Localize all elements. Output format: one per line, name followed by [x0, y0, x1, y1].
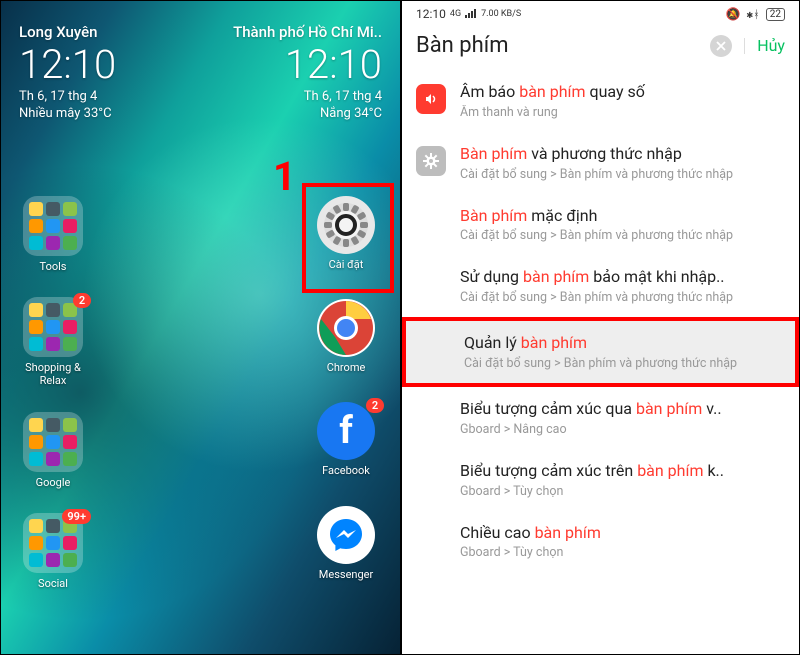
- result-title: Biểu tượng cảm xúc trên bàn phím k..: [460, 461, 785, 482]
- result-title: Bàn phím và phương thức nhập: [460, 144, 785, 165]
- weather-condition: Nắng 34°C: [233, 106, 382, 121]
- cancel-button[interactable]: Hủy: [757, 36, 785, 55]
- result-title: Âm báo bàn phím quay số: [460, 82, 785, 103]
- folder-social[interactable]: 99+Social: [17, 513, 89, 590]
- folder-icon: [23, 412, 83, 472]
- folder-icon: [23, 196, 83, 256]
- close-icon: [716, 41, 726, 51]
- annotation-1: 1: [273, 153, 296, 200]
- badge: 2: [366, 398, 384, 413]
- weather-city: Long Xuyên: [19, 23, 116, 41]
- clear-search-button[interactable]: [710, 35, 732, 57]
- folder-tools[interactable]: Tools: [17, 196, 89, 273]
- folder-shopping-relax[interactable]: 2Shopping & Relax: [17, 297, 89, 387]
- messenger-icon: [317, 506, 375, 564]
- app-label: Facebook: [322, 464, 370, 477]
- search-result-item[interactable]: Âm báo bàn phím quay số Âm thanh và rung: [402, 70, 799, 132]
- icon-spacer: [416, 399, 446, 437]
- result-path: Cài đặt bổ sung > Bàn phím và phương thứ…: [460, 228, 785, 243]
- weather-widget-right[interactable]: Thành phố Hồ Chí Mi.. 12:10 Th 6, 17 thg…: [233, 23, 382, 121]
- result-title: Sử dụng bàn phím bảo mật khi nhập..: [460, 267, 785, 288]
- search-result-item[interactable]: Bàn phím mặc địnhCài đặt bổ sung > Bàn p…: [402, 194, 799, 256]
- search-result-item[interactable]: Quản lý bàn phím Cài đặt bổ sung > Bàn ph…: [402, 317, 799, 387]
- facebook-icon: f: [317, 402, 375, 460]
- result-path: Gboard > Tùy chọn: [460, 545, 785, 560]
- result-path: Gboard > Nâng cao: [460, 422, 785, 437]
- search-result-item[interactable]: Sử dụng bàn phím bảo mật khi nhập.. Cài đ…: [402, 255, 799, 317]
- search-header: Bàn phím Hủy: [402, 23, 799, 70]
- weather-date: Th 6, 17 thg 4: [19, 89, 116, 104]
- folder-label: Google: [36, 476, 71, 489]
- result-title: Quản lý bàn phím: [464, 333, 781, 354]
- search-input[interactable]: Bàn phím: [416, 33, 698, 58]
- folder-label: Shopping & Relax: [17, 361, 89, 387]
- settings-search-screen: 2 12:10 4G 7.00 KB/S 🔕 ✱ᚼ 22 Bàn phím Hủ…: [402, 1, 799, 654]
- result-title: Bàn phím mặc định: [460, 206, 785, 227]
- app-facebook[interactable]: f2Facebook: [310, 402, 382, 477]
- app-label: Messenger: [319, 568, 373, 581]
- home-screen: Long Xuyên 12:10 Th 6, 17 thg 4 Nhiều mâ…: [1, 1, 400, 654]
- result-path: Gboard > Tùy chọn: [460, 484, 785, 499]
- status-speed: 7.00 KB/S: [481, 9, 521, 19]
- divider: [744, 38, 745, 54]
- weather-time: 12:10: [19, 43, 116, 87]
- result-title: Biểu tượng cảm xúc qua bàn phím v..: [460, 399, 785, 420]
- annotation-1-box: [302, 183, 394, 293]
- weather-date: Th 6, 17 thg 4: [233, 89, 382, 104]
- sound-icon: [416, 84, 446, 114]
- icon-spacer: [416, 206, 446, 244]
- weather-widget-left[interactable]: Long Xuyên 12:10 Th 6, 17 thg 4 Nhiều mâ…: [19, 23, 116, 121]
- result-path: Cài đặt bổ sung > Bàn phím và phương thứ…: [460, 167, 785, 182]
- badge: 99+: [62, 509, 91, 524]
- result-title: Chiều cao bàn phím: [460, 523, 785, 544]
- folder-column: Tools2Shopping & RelaxGoogle99+Social: [17, 196, 89, 590]
- battery-icon: 22: [766, 8, 785, 21]
- app-label: Chrome: [327, 361, 366, 374]
- app-chrome[interactable]: Chrome: [310, 299, 382, 374]
- weather-condition: Nhiều mây 33°C: [19, 106, 116, 121]
- mute-icon: 🔕: [726, 7, 741, 21]
- result-path: Âm thanh và rung: [460, 105, 785, 120]
- icon-spacer: [416, 523, 446, 561]
- status-bar: 12:10 4G 7.00 KB/S 🔕 ✱ᚼ 22: [402, 1, 799, 23]
- folder-label: Social: [38, 577, 68, 590]
- app-messenger[interactable]: Messenger: [310, 506, 382, 581]
- icon-spacer: [416, 461, 446, 499]
- icon-spacer: [416, 267, 446, 305]
- bluetooth-icon: ✱ᚼ: [747, 8, 760, 21]
- search-result-item[interactable]: Biểu tượng cảm xúc trên bàn phím k.. Gboa…: [402, 449, 799, 511]
- badge: 2: [73, 293, 91, 308]
- weather-city: Thành phố Hồ Chí Mi..: [233, 23, 382, 41]
- icon-spacer: [420, 333, 450, 371]
- chrome-icon: [317, 299, 375, 357]
- search-result-item[interactable]: Bàn phím và phương thức nhập Cài đặt bổ s…: [402, 132, 799, 194]
- result-path: Cài đặt bổ sung > Bàn phím và phương thứ…: [460, 290, 785, 305]
- status-time: 12:10: [416, 7, 446, 21]
- gear-icon: [416, 146, 446, 176]
- result-path: Cài đặt bổ sung > Bàn phím và phương thứ…: [464, 356, 781, 371]
- folder-label: Tools: [40, 260, 67, 273]
- weather-time: 12:10: [233, 43, 382, 87]
- search-results: Âm báo bàn phím quay số Âm thanh và rung B…: [402, 70, 799, 572]
- signal-icon: [465, 7, 477, 21]
- folder-google[interactable]: Google: [17, 412, 89, 489]
- search-result-item[interactable]: Chiều cao bàn phímGboard > Tùy chọn: [402, 511, 799, 573]
- folder-icon: [23, 297, 83, 357]
- search-result-item[interactable]: Biểu tượng cảm xúc qua bàn phím v.. Gboar…: [402, 387, 799, 449]
- status-net-icon: 4G: [450, 9, 461, 19]
